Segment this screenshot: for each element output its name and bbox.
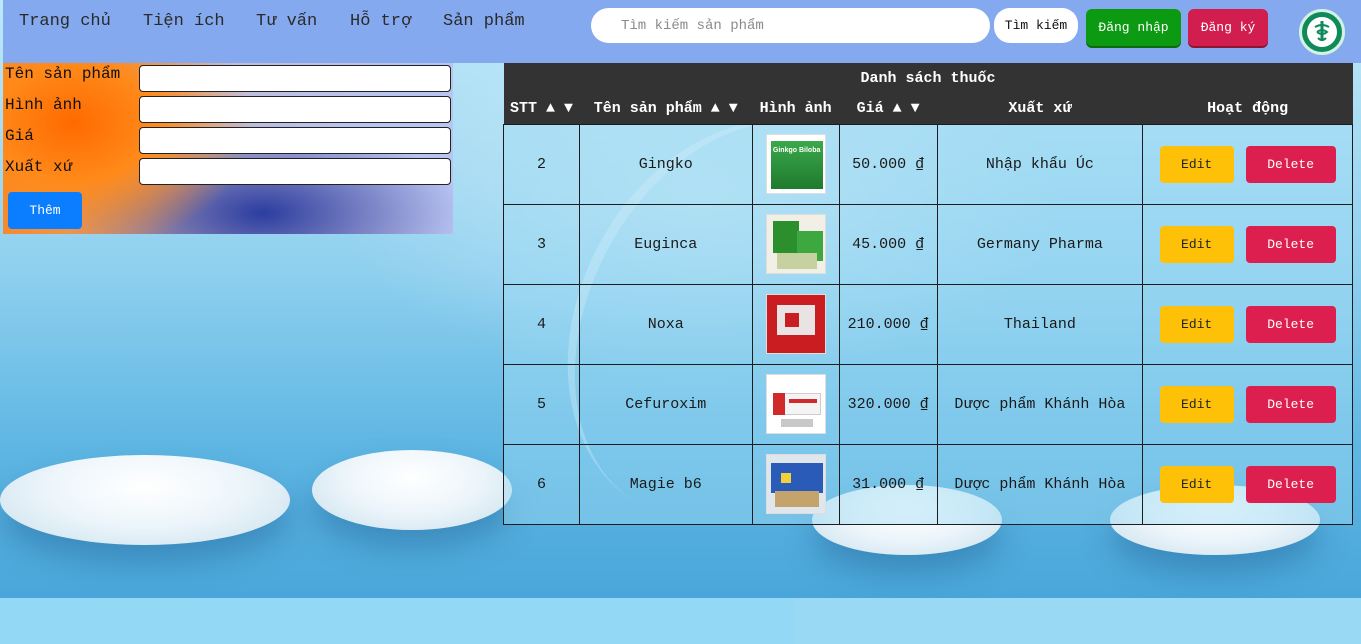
product-thumbnail: Ginkgo Biloba: [765, 134, 826, 194]
cell-stt: 5: [503, 363, 580, 445]
cell-price: 45.000 ₫: [838, 203, 938, 285]
table-row: 6 Magie b6 31.000 ₫ Dược phẩm Khánh Hòa …: [503, 443, 1353, 525]
nav-link-consult[interactable]: Tư vấn: [256, 12, 317, 31]
product-thumbnail: [765, 374, 826, 434]
table-row: 5 Cefuroxim 320.000 ₫ Dược phẩm Khánh Hò…: [503, 363, 1353, 445]
product-form: Tên sản phẩm Hình ảnh Giá Xuất xứ Thêm: [3, 63, 453, 234]
nav-link-utilities[interactable]: Tiện ích: [143, 12, 225, 31]
cell-image: [751, 283, 840, 365]
edit-button[interactable]: Edit: [1159, 145, 1234, 183]
cell-name: Magie b6: [578, 443, 753, 525]
cell-stt: 2: [503, 123, 580, 205]
cell-name: Cefuroxim: [578, 363, 753, 445]
product-name-field[interactable]: [139, 65, 451, 92]
delete-button[interactable]: Delete: [1245, 145, 1336, 183]
cell-origin: Dược phẩm Khánh Hòa: [936, 443, 1144, 525]
cell-actions: Edit Delete: [1142, 363, 1353, 445]
pill-decoration: [0, 455, 290, 545]
product-name-label: Tên sản phẩm: [5, 65, 121, 83]
delete-button[interactable]: Delete: [1245, 385, 1336, 423]
cell-image: [751, 443, 840, 525]
pill-decoration: [312, 450, 512, 530]
product-thumbnail: [765, 454, 826, 514]
product-thumbnail: [765, 294, 826, 354]
column-header-image: Hình ảnh: [752, 94, 840, 124]
cell-actions: Edit Delete: [1142, 443, 1353, 525]
column-header-name[interactable]: Tên sản phẩm ▲ ▼: [579, 94, 753, 124]
delete-button[interactable]: Delete: [1245, 225, 1336, 263]
cell-actions: Edit Delete: [1142, 203, 1353, 285]
add-product-button[interactable]: Thêm: [8, 192, 82, 229]
cell-image: [751, 363, 840, 445]
pharmacy-caduceus-icon: [1307, 17, 1337, 47]
column-header-origin: Xuất xứ: [937, 94, 1143, 124]
thumbnail-label: Ginkgo Biloba: [772, 147, 821, 154]
delete-button[interactable]: Delete: [1245, 305, 1336, 343]
product-price-field[interactable]: [139, 127, 451, 154]
column-header-actions: Hoạt động: [1142, 94, 1353, 124]
edit-button[interactable]: Edit: [1159, 465, 1234, 503]
cell-price: 210.000 ₫: [838, 283, 938, 365]
nav-link-support[interactable]: Hỗ trợ: [350, 12, 411, 31]
cell-price: 50.000 ₫: [838, 123, 938, 205]
cell-actions: Edit Delete: [1142, 123, 1353, 205]
table-caption: Danh sách thuốc: [503, 63, 1353, 94]
cell-name: Gingko: [578, 123, 753, 205]
nav-link-products[interactable]: Sản phẩm: [443, 12, 525, 31]
cell-actions: Edit Delete: [1142, 283, 1353, 365]
product-origin-field[interactable]: [139, 158, 451, 185]
cell-stt: 6: [503, 443, 580, 525]
cell-price: 31.000 ₫: [838, 443, 938, 525]
cell-stt: 3: [503, 203, 580, 285]
background-bottom-right: [795, 598, 1361, 644]
edit-button[interactable]: Edit: [1159, 305, 1234, 343]
product-image-label: Hình ảnh: [5, 96, 82, 114]
nav-link-home[interactable]: Trang chủ: [19, 12, 111, 31]
product-thumbnail: [765, 214, 826, 274]
cell-origin: Nhập khẩu Úc: [936, 123, 1144, 205]
medicine-table: Danh sách thuốc STT ▲ ▼ Tên sản phẩm ▲ ▼…: [503, 63, 1353, 525]
cell-origin: Germany Pharma: [936, 203, 1144, 285]
cell-name: Noxa: [578, 283, 753, 365]
delete-button[interactable]: Delete: [1245, 465, 1336, 503]
column-header-stt[interactable]: STT ▲ ▼: [503, 94, 580, 124]
cell-name: Euginca: [578, 203, 753, 285]
edit-button[interactable]: Edit: [1159, 225, 1234, 263]
product-price-label: Giá: [5, 127, 34, 145]
cell-price: 320.000 ₫: [838, 363, 938, 445]
table-row: 4 Noxa 210.000 ₫ Thailand Edit Delete: [503, 283, 1353, 365]
product-image-field[interactable]: [139, 96, 451, 123]
signup-button[interactable]: Đăng ký: [1188, 9, 1268, 46]
pharmacy-logo[interactable]: [1299, 9, 1345, 55]
edit-button[interactable]: Edit: [1159, 385, 1234, 423]
cell-image: [751, 203, 840, 285]
cell-origin: Thailand: [936, 283, 1144, 365]
cell-image: Ginkgo Biloba: [751, 123, 840, 205]
cell-origin: Dược phẩm Khánh Hòa: [936, 363, 1144, 445]
table-row: 2 Gingko Ginkgo Biloba 50.000 ₫ Nhập khẩ…: [503, 123, 1353, 205]
table-row: 3 Euginca 45.000 ₫ Germany Pharma Edit De…: [503, 203, 1353, 285]
cell-stt: 4: [503, 283, 580, 365]
search-input[interactable]: [591, 8, 990, 43]
column-header-price[interactable]: Giá ▲ ▼: [839, 94, 938, 124]
login-button[interactable]: Đăng nhập: [1086, 9, 1181, 46]
search-button[interactable]: Tìm kiếm: [994, 8, 1078, 43]
product-origin-label: Xuất xứ: [5, 158, 73, 176]
